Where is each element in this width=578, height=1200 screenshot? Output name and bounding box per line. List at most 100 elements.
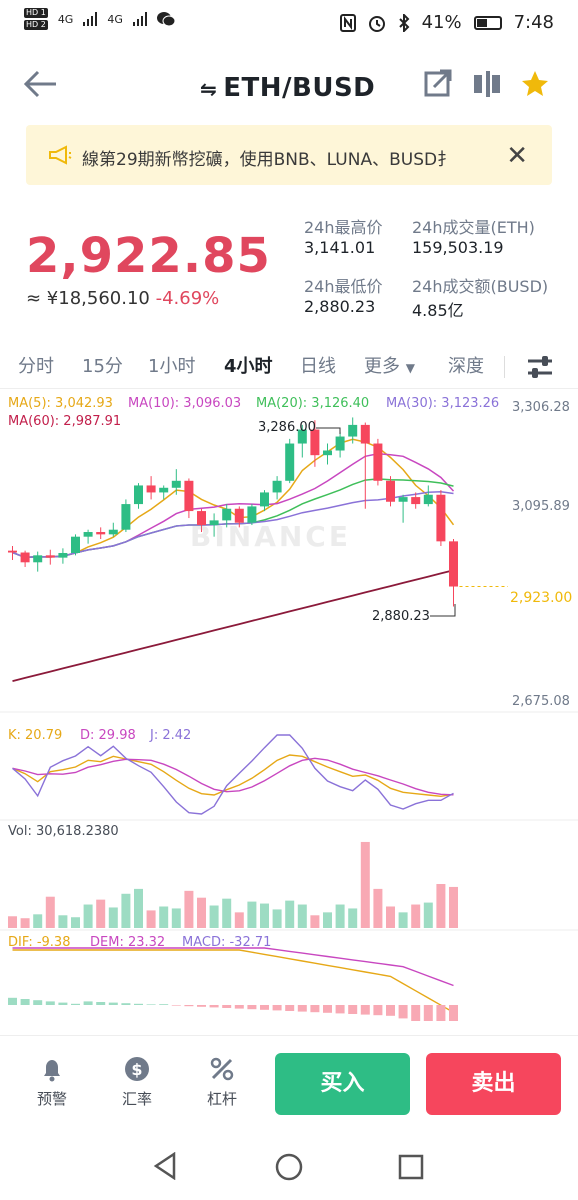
tab-timeline[interactable]: 分时 [18,352,54,378]
macd-histogram-bar [323,1005,332,1013]
alert-button[interactable]: 预警 [22,1056,82,1109]
chart-canvas[interactable] [0,390,578,1030]
macd-histogram-bar [234,1005,244,1009]
bottom-action-bar: 预警 $ 汇率 杠杆 买入 卖出 [0,1035,578,1130]
volume-bar [234,912,244,928]
macd-dea-label: DEM: 23.32 [90,935,166,950]
binance-watermark: BINANCE [190,520,351,553]
network-2-label: 4G [107,12,123,26]
vol-busd-value: 4.85亿 [412,301,464,320]
volume-bar [310,915,320,928]
candle-body [171,480,181,488]
nav-home-icon[interactable] [274,1152,304,1182]
volume-bar [386,906,395,928]
macd-histogram-bar [285,1005,295,1011]
alarm-icon [368,15,385,32]
kdj-k-line [12,754,454,798]
volume-bar [335,904,345,928]
macd-histogram-bar [159,1004,169,1005]
volume-bar [20,918,30,928]
macd-histogram-bar [297,1005,307,1012]
macd-histogram-bar [134,1003,143,1005]
candle-body [8,550,17,553]
tab-more[interactable]: 更多 ▼ [364,352,415,378]
swap-icon: ⇋ [200,77,218,101]
kline-chart[interactable]: MA(5): 3,042.93 MA(10): 3,096.03 MA(20):… [0,390,578,1030]
bell-icon [44,1060,60,1082]
tab-1h[interactable]: 1小时 [148,352,195,378]
last-price: 2,922.85 [26,228,271,284]
low-value: 2,880.23 [304,297,376,316]
buy-button[interactable]: 买入 [275,1053,410,1115]
ma5-label: MA(5): 3,042.93 [8,396,113,411]
volume-bar [436,884,446,928]
macd-histogram-bar [272,1005,282,1011]
favorite-star-icon[interactable] [520,69,550,99]
nav-recents-icon[interactable] [398,1154,424,1180]
battery-percent: 41% [421,12,462,33]
high-value: 3,141.01 [304,238,376,257]
y-tick-bottom: 2,675.08 [512,694,570,709]
candle-body [436,494,446,542]
volume-bar [398,912,408,928]
volume-bar [260,903,269,928]
macd-histogram-bar [83,1001,93,1005]
y-tick-mid: 3,095.89 [512,499,570,514]
volume-bar [197,897,206,928]
pair-title[interactable]: ⇋ ETH/BUSD [200,73,375,103]
volume-bar [58,915,68,928]
tab-15m[interactable]: 15分 [82,352,123,378]
macd-histogram-bar [45,1001,55,1005]
macd-histogram-bar [146,1004,156,1005]
macd-dif-label: DIF: -9.38 [8,935,71,950]
close-icon[interactable]: ✕ [506,141,528,171]
settings-sliders-icon[interactable] [526,354,554,380]
caret-down-icon: ▼ [405,361,415,375]
volume-bar [209,905,219,928]
volume-bar [159,906,169,928]
vol-eth-label: 24h成交量(ETH) [412,218,535,237]
current-price-tag[interactable]: 2,923.00 [510,590,573,606]
announcement-banner[interactable]: 線第29期新幣挖礦，使用BNB、LUNA、BUSD扌 ✕ [26,125,552,185]
volume-bar [297,904,307,928]
percent-icon [210,1057,234,1081]
y-tick-top: 3,306.28 [512,400,570,415]
nfc-icon [339,13,356,32]
rate-button[interactable]: $ 汇率 [107,1056,167,1109]
candle-body [449,541,458,587]
app-screen: HD 1 HD 2 4G 4G 41% 7:48 ⇋ ETH/BUSD 線第29… [0,0,578,1200]
change-percent: -4.69% [155,288,220,309]
macd-histogram-bar [373,1005,383,1016]
macd-histogram-bar [260,1005,269,1010]
share-icon[interactable] [424,69,452,97]
svg-text:$: $ [131,1060,142,1079]
candle-body [58,552,68,558]
pair-label: ETH/BUSD [223,73,376,103]
high-annotation: 3,286.00 [258,420,316,435]
macd-histogram-bar [108,1002,118,1005]
chart-mode-icon[interactable] [472,69,502,99]
candle-body [83,532,93,537]
banner-text: 線第29期新幣挖礦，使用BNB、LUNA、BUSD扌 [82,150,455,170]
candle-body [323,450,332,456]
tab-4h[interactable]: 4小时 [224,352,273,378]
tab-daily[interactable]: 日线 [300,352,336,378]
macd-histogram-bar [247,1005,257,1010]
sell-button[interactable]: 卖出 [426,1053,561,1115]
leverage-label: 杠杆 [206,1090,237,1108]
tab-depth[interactable]: 深度 [448,352,484,378]
candle-body [159,487,169,493]
leverage-button[interactable]: 杠杆 [192,1056,252,1109]
header: ⇋ ETH/BUSD [0,55,578,115]
candle-body [285,443,295,481]
low-label: 24h最低价 [304,277,383,296]
fiat-price: ≈ ¥18,560.10 [26,288,150,309]
candle-body [134,485,143,505]
nav-back-icon[interactable] [152,1152,178,1180]
candle-body [373,443,383,481]
vol-eth-value: 159,503.19 [412,238,504,257]
ma60-line [12,569,454,682]
back-arrow-icon[interactable] [22,69,58,99]
macd-histogram-bar [222,1005,232,1008]
ma10-label: MA(10): 3,096.03 [128,396,242,411]
